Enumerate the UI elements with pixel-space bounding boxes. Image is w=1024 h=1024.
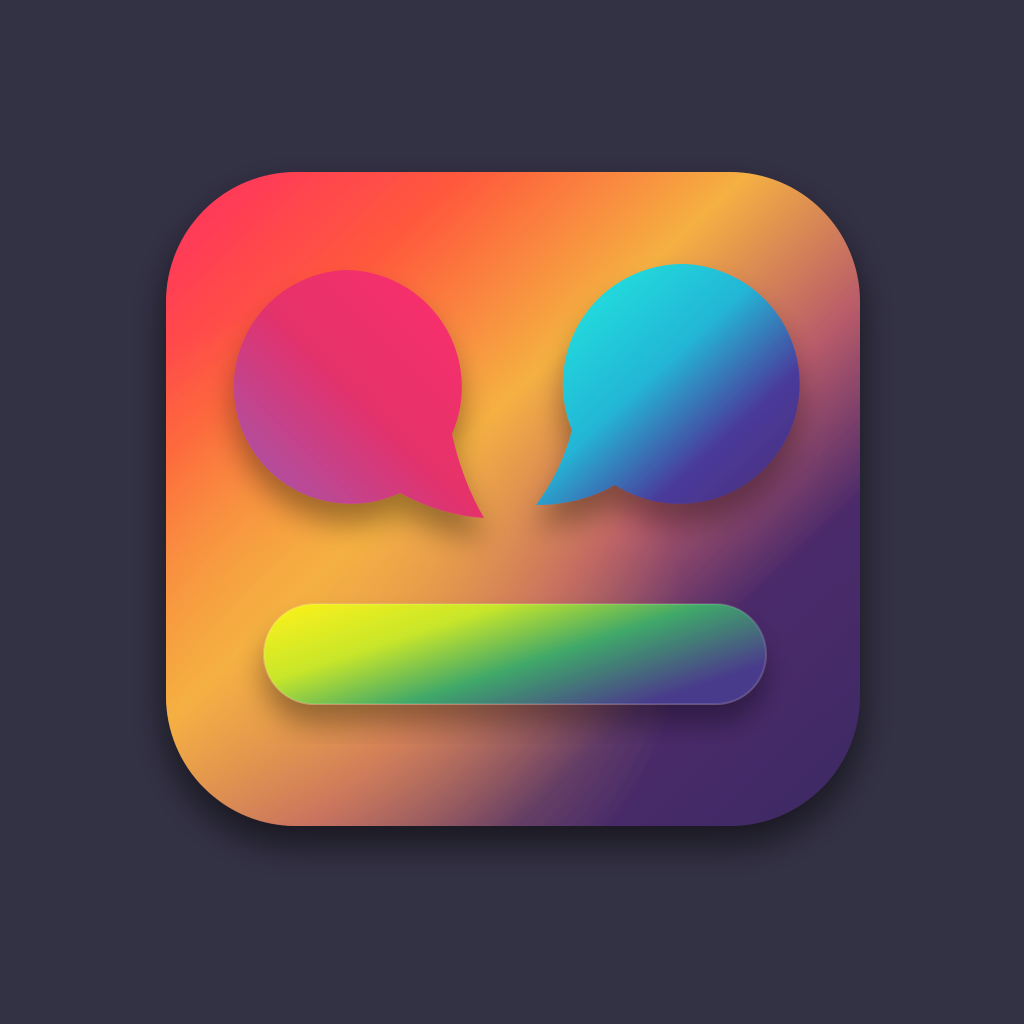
app-icon	[166, 172, 860, 826]
input-bar	[263, 603, 767, 705]
app-tile	[166, 172, 860, 826]
app-icon-canvas	[0, 0, 1024, 1024]
